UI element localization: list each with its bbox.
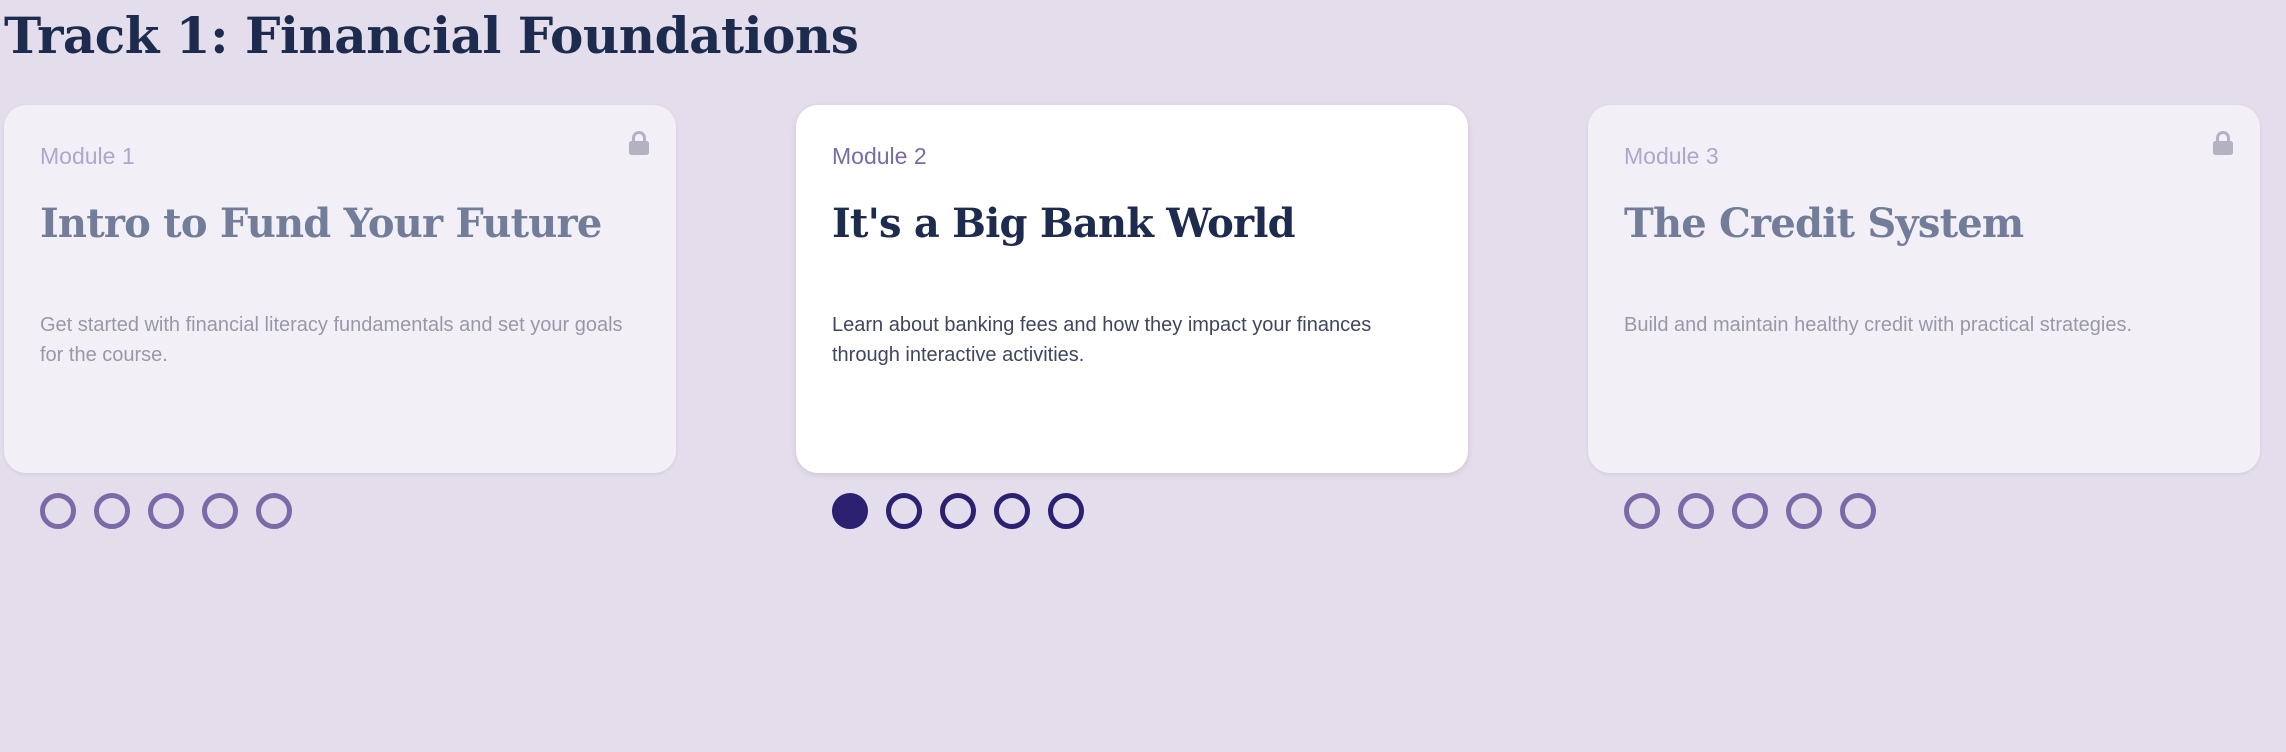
module-card-1[interactable]: Module 1 Intro to Fund Your Future Get s…	[4, 105, 676, 473]
progress-dot	[832, 493, 868, 529]
module-1: Module 1 Intro to Fund Your Future Get s…	[4, 105, 676, 529]
module-description: Build and maintain healthy credit with p…	[1624, 314, 2133, 336]
module-title: Intro to Fund Your Future	[40, 200, 602, 247]
progress-dot	[1624, 493, 1660, 529]
module-description: Get started with financial literacy fund…	[40, 314, 623, 366]
progress-dot	[1678, 493, 1714, 529]
module-label: Module 3	[1624, 143, 1719, 169]
module-card-2[interactable]: Module 2 It's a Big Bank World Learn abo…	[796, 105, 1468, 473]
progress-dot	[1786, 493, 1822, 529]
progress-dot	[940, 493, 976, 529]
module-card-3[interactable]: Module 3 The Credit System Build and mai…	[1588, 105, 2260, 473]
module-2: Module 2 It's a Big Bank World Learn abo…	[796, 105, 1468, 529]
track-title: Track 1: Financial Foundations	[4, 6, 859, 65]
progress-dots	[1624, 493, 2260, 529]
progress-dot	[886, 493, 922, 529]
module-title: The Credit System	[1624, 200, 2024, 247]
progress-dot	[40, 493, 76, 529]
progress-dots	[40, 493, 676, 529]
progress-dot	[256, 493, 292, 529]
progress-dots	[832, 493, 1468, 529]
module-label: Module 1	[40, 143, 135, 169]
module-title: It's a Big Bank World	[832, 200, 1296, 247]
module-3: Module 3 The Credit System Build and mai…	[1588, 105, 2260, 529]
progress-dot	[94, 493, 130, 529]
lock-icon	[628, 131, 650, 155]
module-label: Module 2	[832, 143, 927, 169]
progress-dot	[994, 493, 1030, 529]
progress-dot	[148, 493, 184, 529]
progress-dot	[1048, 493, 1084, 529]
progress-dot	[202, 493, 238, 529]
module-description: Learn about banking fees and how they im…	[832, 314, 1372, 366]
lock-icon	[2212, 131, 2234, 155]
progress-dot	[1840, 493, 1876, 529]
progress-dot	[1732, 493, 1768, 529]
